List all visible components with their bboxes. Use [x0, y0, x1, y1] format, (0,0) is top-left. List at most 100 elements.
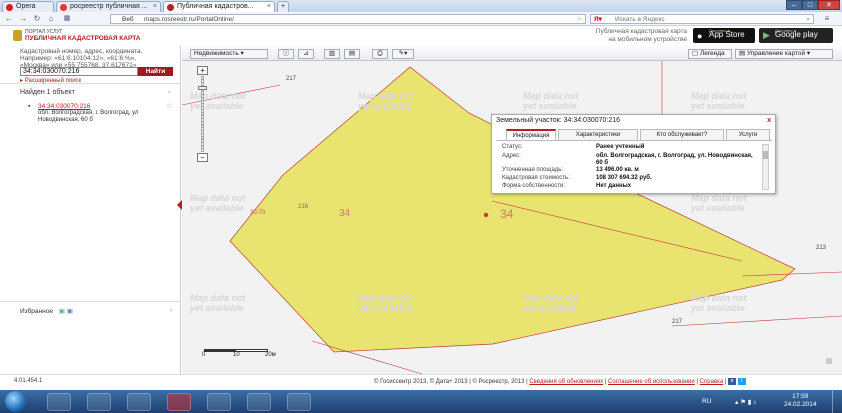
- address-bar[interactable]: Веб maps.rosreestr.ru/PortalOnline/ ☆: [110, 14, 586, 24]
- site-badge[interactable]: Веб: [113, 15, 134, 24]
- favorite-star-icon[interactable]: ☆: [166, 102, 172, 110]
- forward-arrow-icon[interactable]: →: [18, 14, 28, 24]
- minimize-button[interactable]: –: [786, 0, 802, 10]
- status-value: Ранее учтенный: [596, 144, 645, 150]
- play-icon: ▶: [763, 30, 770, 40]
- favorites-collapse-icon[interactable]: ‹: [170, 307, 172, 314]
- printer-icon[interactable]: ⎙: [372, 49, 388, 59]
- scale-bar: 0 10 20м: [201, 344, 286, 358]
- parcel-label: 217: [672, 319, 683, 325]
- layer-dropdown[interactable]: Недвижимость ▾: [190, 49, 268, 59]
- explorer-icon[interactable]: [87, 393, 111, 411]
- google-play-button[interactable]: ▶ Доступно в Google play: [759, 28, 833, 43]
- vk-icon[interactable]: в: [728, 378, 737, 385]
- tab-opera[interactable]: Opera: [2, 1, 54, 12]
- parcel-label: 216: [298, 204, 309, 210]
- result-link[interactable]: 34:34:030070:216: [38, 103, 90, 110]
- search-hint: Кадастровый номер, адрес, координата. На…: [20, 48, 143, 69]
- word-icon[interactable]: [247, 393, 271, 411]
- parcel-label: 30:70: [250, 210, 266, 216]
- tab-cadastral-map[interactable]: Публичная кадастров... ×: [163, 1, 275, 12]
- help-link[interactable]: Справка: [700, 379, 724, 385]
- tab-characteristics[interactable]: Характеристики: [558, 129, 638, 140]
- close-icon[interactable]: x: [767, 117, 771, 124]
- map-nodata-text: Map data not yet available: [190, 193, 246, 213]
- start-button[interactable]: [5, 391, 26, 412]
- tab-services[interactable]: Услуги: [726, 129, 770, 140]
- parcel-label: 213: [816, 245, 827, 251]
- close-tab-icon[interactable]: ×: [267, 2, 271, 12]
- find-button[interactable]: Найти: [138, 67, 173, 76]
- parcel-info-popup: Земельный участок: 34:34:030070:216 x Ин…: [491, 114, 776, 194]
- twitter-icon[interactable]: t: [737, 378, 746, 385]
- search-icon[interactable]: ⌕: [806, 15, 810, 24]
- parcel-quarter-label: 34: [339, 208, 351, 219]
- collapse-icon[interactable]: ‹: [168, 89, 170, 96]
- tools-dropdown-icon[interactable]: ✎▾: [392, 49, 414, 59]
- app-store-button[interactable]: ● Доступно в App Store: [693, 28, 755, 43]
- clock[interactable]: 17:59 24.02.2014: [784, 393, 817, 409]
- opera-taskbar-icon[interactable]: [167, 393, 191, 411]
- close-window-button[interactable]: ✕: [818, 0, 840, 10]
- tab-information[interactable]: Информация: [506, 129, 556, 140]
- close-tab-icon[interactable]: ×: [153, 2, 157, 12]
- chart-tool-icon[interactable]: ▥: [324, 49, 340, 59]
- legend-button[interactable]: ▢ Легенда: [688, 49, 732, 59]
- page-title[interactable]: ПУБЛИЧНАЯ КАДАСТРОВАЯ КАРТА: [25, 35, 140, 42]
- terms-link[interactable]: Соглашение об использовании: [608, 379, 695, 385]
- speed-dial-icon[interactable]: ▦: [62, 14, 72, 24]
- results-count: Найден 1 объект: [20, 89, 75, 96]
- popup-scrollbar[interactable]: [762, 144, 769, 190]
- result-address: обл. Волгоградская, г. Волгоград, ул Нов…: [38, 110, 139, 123]
- new-tab-button[interactable]: +: [277, 1, 289, 12]
- star-icon[interactable]: ☆: [576, 15, 582, 24]
- yandex-icon: Я▾: [594, 16, 602, 23]
- reload-icon[interactable]: ↻: [32, 14, 42, 24]
- map-control-dropdown[interactable]: ▤ Управление картой ▾: [735, 49, 833, 59]
- language-indicator[interactable]: RU: [702, 398, 711, 405]
- map-nodata-text: Map data not yet available: [691, 193, 747, 213]
- map-resize-handle[interactable]: [826, 358, 832, 364]
- app-taskbar-icon[interactable]: [287, 393, 311, 411]
- version-text: 4.01.454.1: [14, 378, 43, 384]
- map-nodata-text: Map data not yet available: [691, 293, 747, 313]
- search-engine-field[interactable]: Я▾ Искать в Яндекс ⌕: [590, 14, 814, 24]
- info-label: Кадастровая стоимость:: [502, 175, 570, 181]
- ie-icon[interactable]: [47, 393, 71, 411]
- tab-search[interactable]: росреестр публичная ... ×: [56, 1, 161, 12]
- advanced-search-link[interactable]: ▸ Расширенный поиск: [20, 77, 81, 84]
- zoom-out-button[interactable]: −: [197, 153, 208, 162]
- info-label: Адрес:: [502, 153, 521, 159]
- menu-icon[interactable]: ≡: [822, 14, 832, 24]
- paint-icon[interactable]: [207, 393, 231, 411]
- map-nodata-text: Map data not yet available: [523, 293, 579, 313]
- back-arrow-icon[interactable]: ←: [4, 14, 14, 24]
- tab-who-serves[interactable]: Кто обслуживает?: [640, 129, 724, 140]
- show-desktop-button[interactable]: [832, 390, 842, 413]
- updates-link[interactable]: Сведения об обновлениях: [529, 379, 603, 385]
- measure-tool-icon[interactable]: ⊿: [298, 49, 314, 59]
- search-input[interactable]: 34:34:030070:216: [20, 67, 138, 76]
- map-nodata-text: Map data not yet available: [523, 91, 579, 111]
- cadastral-cost-value: 108 307 694.32 руб.: [596, 175, 652, 181]
- map-nodata-text: Map data not yet available: [358, 91, 414, 111]
- address-value: обл. Волгоградская, г. Волгоград, ул. Но…: [596, 153, 753, 166]
- map-canvas[interactable]: Map data not yet available Map data not ye…: [182, 61, 842, 374]
- info-label: Форма собственности:: [502, 183, 566, 189]
- zoom-thumb[interactable]: [198, 86, 207, 90]
- print-map-icon[interactable]: ▤: [344, 49, 360, 59]
- info-tool-icon[interactable]: ⓘ: [278, 49, 294, 59]
- zoom-in-button[interactable]: +: [197, 66, 208, 75]
- zoom-slider[interactable]: + −: [197, 66, 208, 162]
- window-controls: – □ ✕: [786, 0, 840, 10]
- map-nodata-text: Map data not yet available: [190, 293, 246, 313]
- parcel-quarter-label: 34: [500, 207, 514, 221]
- export-favorite-icon[interactable]: ▣: [67, 308, 73, 315]
- tray-icons[interactable]: ▴ ⚑ ▮ ♪: [735, 398, 756, 406]
- media-player-icon[interactable]: [127, 393, 151, 411]
- add-favorite-icon[interactable]: ▣: [59, 308, 65, 315]
- apple-icon: ●: [697, 31, 703, 41]
- ownership-value: Нет данных: [596, 183, 632, 189]
- home-icon[interactable]: ⌂: [46, 14, 56, 24]
- maximize-button[interactable]: □: [802, 0, 818, 10]
